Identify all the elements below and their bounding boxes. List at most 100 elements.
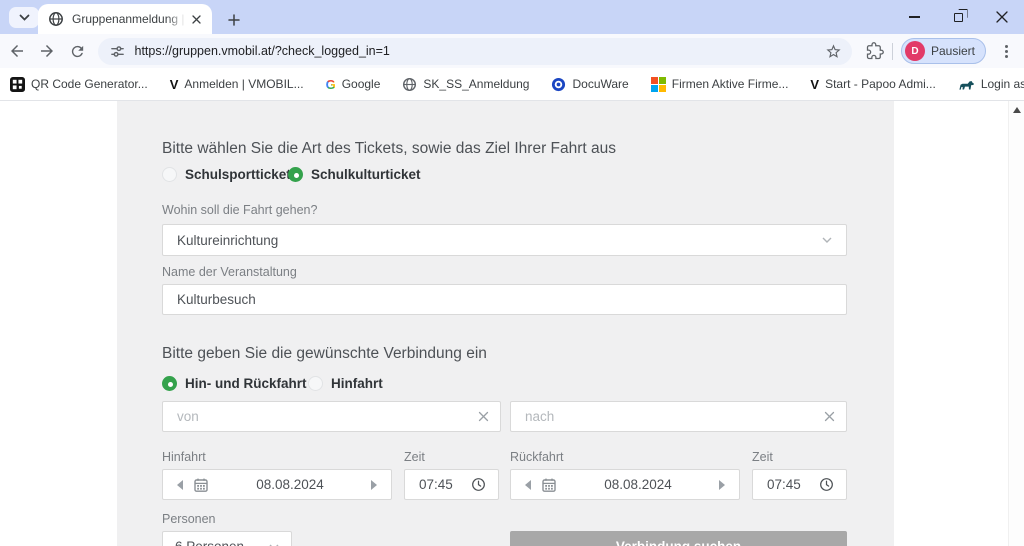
blue-ring-icon xyxy=(551,77,566,92)
bookmark-label: QR Code Generator... xyxy=(31,77,148,91)
bookmark-label: Anmelden | VMOBIL... xyxy=(184,77,303,91)
profile-button[interactable]: D Pausiert xyxy=(901,38,986,64)
bookmark-google[interactable]: G Google xyxy=(326,77,381,92)
tab-title: Gruppenanmeldung | VMOBIL G xyxy=(72,12,188,26)
close-window-button[interactable] xyxy=(980,0,1024,34)
from-field[interactable] xyxy=(162,401,501,432)
bookmark-docuware[interactable]: DocuWare xyxy=(551,77,628,92)
bookmark-label: Login askDANTE xyxy=(981,77,1024,91)
outbound-time: 07:45 xyxy=(419,477,453,492)
return-time-label: Zeit xyxy=(752,450,773,464)
radio-selected-icon[interactable] xyxy=(288,167,303,182)
reload-button[interactable] xyxy=(64,37,92,65)
bookmark-label: Google xyxy=(342,77,381,91)
browser-tab[interactable]: Gruppenanmeldung | VMOBIL G xyxy=(38,4,212,34)
radio-selected-icon[interactable] xyxy=(162,376,177,391)
browser-window: Gruppenanmeldung | VMOBIL G xyxy=(0,0,1024,546)
bookmark-anmelden-vmobil[interactable]: V Anmelden | VMOBIL... xyxy=(170,77,304,92)
minimize-button[interactable] xyxy=(892,0,936,34)
connection-section-heading: Bitte geben Sie die gewünschte Verbindun… xyxy=(162,345,487,363)
tab-search-button[interactable] xyxy=(9,7,39,28)
clear-icon[interactable] xyxy=(478,411,489,422)
reload-icon xyxy=(69,43,86,60)
browser-menu-button[interactable] xyxy=(992,37,1020,65)
restore-button[interactable] xyxy=(936,0,980,34)
dog-icon xyxy=(958,77,975,91)
outbound-label: Hinfahrt xyxy=(162,450,206,464)
bookmark-firmen-aktive[interactable]: Firmen Aktive Firme... xyxy=(651,77,789,92)
kebab-menu-icon xyxy=(1005,50,1008,53)
outbound-time-picker[interactable]: 07:45 xyxy=(404,469,499,500)
radio-hin-und-rueckfahrt[interactable]: Hin- und Rückfahrt xyxy=(162,376,307,391)
v-letter-icon: V xyxy=(170,77,179,92)
url-text[interactable]: https://gruppen.vmobil.at/?check_logged_… xyxy=(135,44,825,58)
destination-label: Wohin soll die Fahrt gehen? xyxy=(162,203,317,217)
outbound-time-label: Zeit xyxy=(404,450,425,464)
minimize-icon xyxy=(909,16,920,18)
globe-favicon-icon xyxy=(48,11,64,27)
avatar: D xyxy=(905,41,925,61)
scrollbar[interactable] xyxy=(1008,101,1024,546)
bookmark-sk-ss-anmeldung[interactable]: SK_SS_Anmeldung xyxy=(402,77,529,92)
calendar-icon xyxy=(541,477,557,493)
radio-label: Hinfahrt xyxy=(331,376,383,391)
restore-icon xyxy=(954,13,963,22)
destination-select[interactable]: Kultureinrichtung xyxy=(162,224,847,256)
microsoft-icon xyxy=(651,77,666,92)
window-controls xyxy=(892,0,1024,34)
radio-schulkulturticket[interactable]: Schulkulturticket xyxy=(288,167,421,182)
forward-arrow-icon xyxy=(38,42,56,60)
form-panel: Bitte wählen Sie die Art des Tickets, so… xyxy=(117,101,894,546)
persons-select[interactable]: 6 Personen xyxy=(162,531,292,546)
to-field[interactable] xyxy=(510,401,847,432)
return-date-picker[interactable]: 08.08.2024 xyxy=(510,469,740,500)
calendar-icon xyxy=(193,477,209,493)
address-bar[interactable]: https://gruppen.vmobil.at/?check_logged_… xyxy=(98,38,852,65)
v-letter-icon: V xyxy=(810,77,819,92)
chevron-down-icon xyxy=(19,14,30,21)
plus-icon xyxy=(228,14,240,26)
bookmark-login-askdante[interactable]: Login askDANTE xyxy=(958,77,1024,91)
to-input[interactable] xyxy=(511,402,846,431)
titlebar: Gruppenanmeldung | VMOBIL G xyxy=(0,0,1024,34)
bookmark-start-papoo[interactable]: V Start - Papoo Admi... xyxy=(810,77,935,92)
page-content: Bitte wählen Sie die Art des Tickets, so… xyxy=(0,101,1024,546)
event-name-field[interactable] xyxy=(162,284,847,315)
bookmark-label: Start - Papoo Admi... xyxy=(825,77,936,91)
return-time-picker[interactable]: 07:45 xyxy=(752,469,847,500)
forward-button[interactable] xyxy=(34,37,62,65)
previous-day-icon[interactable] xyxy=(525,480,531,490)
event-name-input[interactable] xyxy=(163,285,846,314)
tab-close-button[interactable] xyxy=(188,11,204,27)
radio-unselected-icon[interactable] xyxy=(162,167,177,182)
profile-status-label: Pausiert xyxy=(931,44,975,58)
site-settings-icon xyxy=(110,44,125,59)
from-input[interactable] xyxy=(163,402,500,431)
search-connection-button[interactable]: Verbindung suchen xyxy=(510,531,847,546)
return-date: 08.08.2024 xyxy=(604,477,672,492)
bookmark-label: DocuWare xyxy=(572,77,628,91)
radio-label: Schulsportticket xyxy=(185,167,291,182)
bookmark-star-icon[interactable] xyxy=(825,43,842,60)
next-day-icon[interactable] xyxy=(371,480,377,490)
bookmarks-bar: QR Code Generator... V Anmelden | VMOBIL… xyxy=(0,68,1024,101)
close-icon xyxy=(996,11,1008,23)
browser-toolbar: https://gruppen.vmobil.at/?check_logged_… xyxy=(0,34,1024,68)
outbound-date-picker[interactable]: 08.08.2024 xyxy=(162,469,392,500)
google-g-icon: G xyxy=(326,77,336,92)
bookmark-qr-code-generator[interactable]: QR Code Generator... xyxy=(10,77,148,92)
next-day-icon[interactable] xyxy=(719,480,725,490)
new-tab-button[interactable] xyxy=(222,8,246,32)
event-name-label: Name der Veranstaltung xyxy=(162,265,297,279)
scroll-up-icon[interactable] xyxy=(1013,107,1021,113)
persons-label: Personen xyxy=(162,512,216,526)
globe-icon xyxy=(402,77,417,92)
radio-unselected-icon[interactable] xyxy=(308,376,323,391)
clear-icon[interactable] xyxy=(824,411,835,422)
back-button[interactable] xyxy=(3,37,31,65)
extensions-icon[interactable] xyxy=(866,42,884,60)
close-icon xyxy=(192,15,201,24)
radio-schulsportticket[interactable]: Schulsportticket xyxy=(162,167,291,182)
previous-day-icon[interactable] xyxy=(177,480,183,490)
radio-hinfahrt[interactable]: Hinfahrt xyxy=(308,376,383,391)
